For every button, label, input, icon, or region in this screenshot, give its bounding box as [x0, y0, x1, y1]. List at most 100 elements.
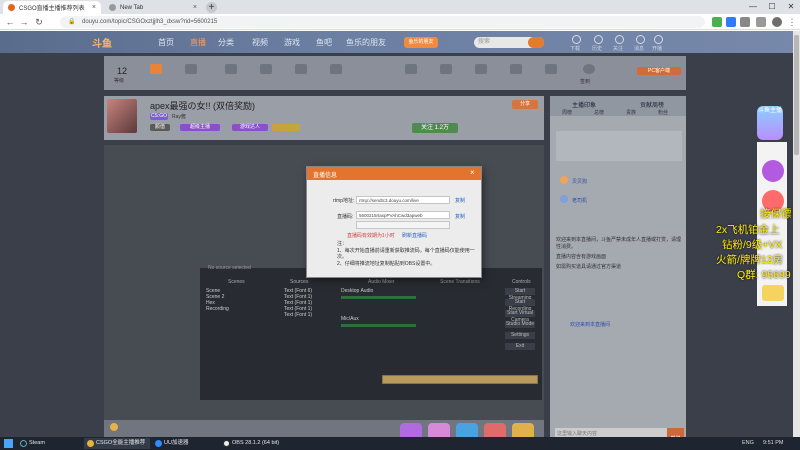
- obs-mixer-header: Audio Mixer: [368, 279, 395, 285]
- studio-mode-button[interactable]: Studio Mode: [505, 321, 535, 328]
- key-field[interactable]: 5600215rIaxpPVAhCwd3apweb: [356, 211, 450, 219]
- close-window-button[interactable]: ✕: [782, 0, 800, 14]
- gift-icon[interactable]: [512, 423, 534, 437]
- shop-icon[interactable]: [545, 64, 557, 74]
- chat-user[interactable]: 老司机: [572, 197, 587, 204]
- follow-icon[interactable]: [615, 35, 624, 44]
- props-icon[interactable]: [405, 64, 417, 74]
- start-recording-button[interactable]: Start Recording: [505, 299, 535, 312]
- reload-icon[interactable]: ↻: [33, 16, 45, 28]
- backpack-icon[interactable]: [475, 64, 487, 74]
- nav-category[interactable]: 分类: [218, 37, 234, 48]
- search-icon[interactable]: [528, 37, 544, 48]
- chat-message: 如需购买道具请通过官方渠道: [556, 264, 622, 270]
- address-bar[interactable]: 🔒 douyu.com/topic/CSGOxztjjlh3_dxsw?rid=…: [60, 16, 705, 28]
- streamer-badge[interactable]: 斗鱼主播: [757, 106, 783, 140]
- taskbar-steam[interactable]: Steam: [17, 438, 75, 449]
- settings-button[interactable]: Settings: [505, 332, 535, 339]
- virtual-camera-button[interactable]: Start Virtual Camera: [505, 310, 535, 323]
- obs-scene-list[interactable]: Scene Scene 2 Hex Recording: [206, 288, 229, 312]
- tab-total[interactable]: 总榜: [594, 109, 604, 116]
- key-field-2[interactable]: [356, 221, 450, 229]
- refresh-key-link[interactable]: 刷新直播码: [402, 232, 427, 239]
- chat-user[interactable]: 贝贝狗: [572, 178, 587, 185]
- gift-icon[interactable]: [400, 423, 422, 437]
- contribution-tab[interactable]: 贡献周榜: [640, 100, 664, 109]
- forward-icon[interactable]: →: [18, 16, 30, 28]
- streamer-avatar[interactable]: [107, 99, 137, 133]
- obs-source-list[interactable]: Text (Font 6) Text (Font 1) Text (Font 1…: [284, 288, 312, 318]
- impression-tab[interactable]: 主播印象: [572, 100, 596, 109]
- task-icon[interactable]: [185, 64, 197, 74]
- nav-live[interactable]: 直播: [190, 37, 206, 48]
- anchor-name[interactable]: Ray酱: [172, 113, 186, 120]
- exit-button[interactable]: Exit: [505, 343, 535, 350]
- tab-new[interactable]: New Tab ×: [104, 1, 202, 14]
- nav-game[interactable]: 游戏: [284, 37, 300, 48]
- maximize-button[interactable]: ☐: [763, 0, 781, 14]
- close-tab-icon[interactable]: ×: [193, 4, 197, 11]
- gift-icon[interactable]: [456, 423, 478, 437]
- site-logo[interactable]: 斗鱼: [92, 35, 134, 50]
- decoration-icon[interactable]: [440, 64, 452, 74]
- extension-icon[interactable]: [726, 17, 736, 27]
- coupon-icon[interactable]: [762, 285, 784, 301]
- profile-avatar[interactable]: [772, 17, 782, 27]
- back-icon[interactable]: ←: [4, 16, 16, 28]
- promo-button[interactable]: 鱼乐的朋友: [404, 37, 438, 48]
- extension-icon[interactable]: [712, 17, 722, 27]
- source-item[interactable]: Text (Font 1): [284, 312, 312, 318]
- puzzle-icon[interactable]: [740, 17, 750, 27]
- nav-home[interactable]: 首页: [158, 37, 174, 48]
- tab-weekly[interactable]: 周榜: [562, 109, 572, 116]
- nav-yuba[interactable]: 鱼吧: [316, 37, 332, 48]
- fans-icon[interactable]: [225, 64, 237, 74]
- taskbar-uu[interactable]: UU加速器: [152, 438, 208, 449]
- share-button[interactable]: 分享: [512, 100, 538, 109]
- tab-noble[interactable]: 贵族: [626, 109, 636, 116]
- activity-icon[interactable]: [762, 160, 784, 182]
- audio-meter: [341, 296, 416, 299]
- scrollbar-thumb[interactable]: [794, 35, 799, 155]
- download-icon[interactable]: [572, 35, 581, 44]
- gift-icon[interactable]: [484, 423, 506, 437]
- gift-icon[interactable]: [510, 64, 522, 74]
- nav-friends[interactable]: 鱼乐的朋友: [346, 37, 386, 48]
- tab-active[interactable]: CSGO直播主播推荐列表 ×: [3, 1, 101, 14]
- minimize-button[interactable]: —: [744, 0, 762, 14]
- copy-rtmp-button[interactable]: 复制: [455, 197, 465, 204]
- new-tab-button[interactable]: +: [206, 2, 217, 13]
- privilege-icon[interactable]: [150, 64, 162, 74]
- live-icon[interactable]: [654, 35, 663, 44]
- send-button[interactable]: 发送: [667, 428, 684, 437]
- pc-client-button[interactable]: PC客户端: [637, 67, 681, 75]
- rocket-icon[interactable]: [330, 64, 342, 74]
- chat-input[interactable]: 这里输入聊天内容: [555, 428, 667, 437]
- sidebar-icon[interactable]: [756, 17, 766, 27]
- start-icon[interactable]: [4, 439, 13, 448]
- uu-icon: [155, 440, 162, 447]
- tab-fans[interactable]: 粉丝: [658, 109, 668, 116]
- gift-icon[interactable]: [428, 423, 450, 437]
- category-tag[interactable]: CS:GO: [150, 113, 168, 120]
- menu-kebab-icon[interactable]: ⋮: [786, 16, 798, 28]
- taskbar-obs[interactable]: OBS 28.1.2 (64 bit): [220, 438, 280, 449]
- language-indicator[interactable]: ENG: [742, 439, 754, 448]
- close-icon[interactable]: ×: [470, 168, 475, 177]
- close-tab-icon[interactable]: ×: [92, 4, 96, 11]
- overlay-line: 火箭/牌牌12房: [716, 254, 784, 266]
- start-streaming-button[interactable]: Start Streaming: [505, 288, 535, 301]
- noble-icon[interactable]: [295, 64, 307, 74]
- copy-key-button[interactable]: 复制: [455, 213, 465, 220]
- chat-message: 欢迎来到本直播间，斗鱼严禁未成年人直播或打赏，请理性消费。: [556, 237, 682, 250]
- checkin-icon[interactable]: [583, 64, 595, 74]
- taskbar-chrome[interactable]: CSGO全能主播推荐: [84, 438, 150, 449]
- rtmp-field[interactable]: rtmp://sendtc3.douyu.com/live: [356, 196, 450, 204]
- history-icon[interactable]: [594, 35, 603, 44]
- scene-item[interactable]: Recording: [206, 306, 229, 312]
- follow-button[interactable]: 关注 1.2万: [412, 123, 458, 133]
- diamond-icon[interactable]: [260, 64, 272, 74]
- message-icon[interactable]: [636, 35, 645, 44]
- nav-video[interactable]: 视频: [252, 37, 268, 48]
- clock[interactable]: 9:51 PM: [763, 439, 783, 448]
